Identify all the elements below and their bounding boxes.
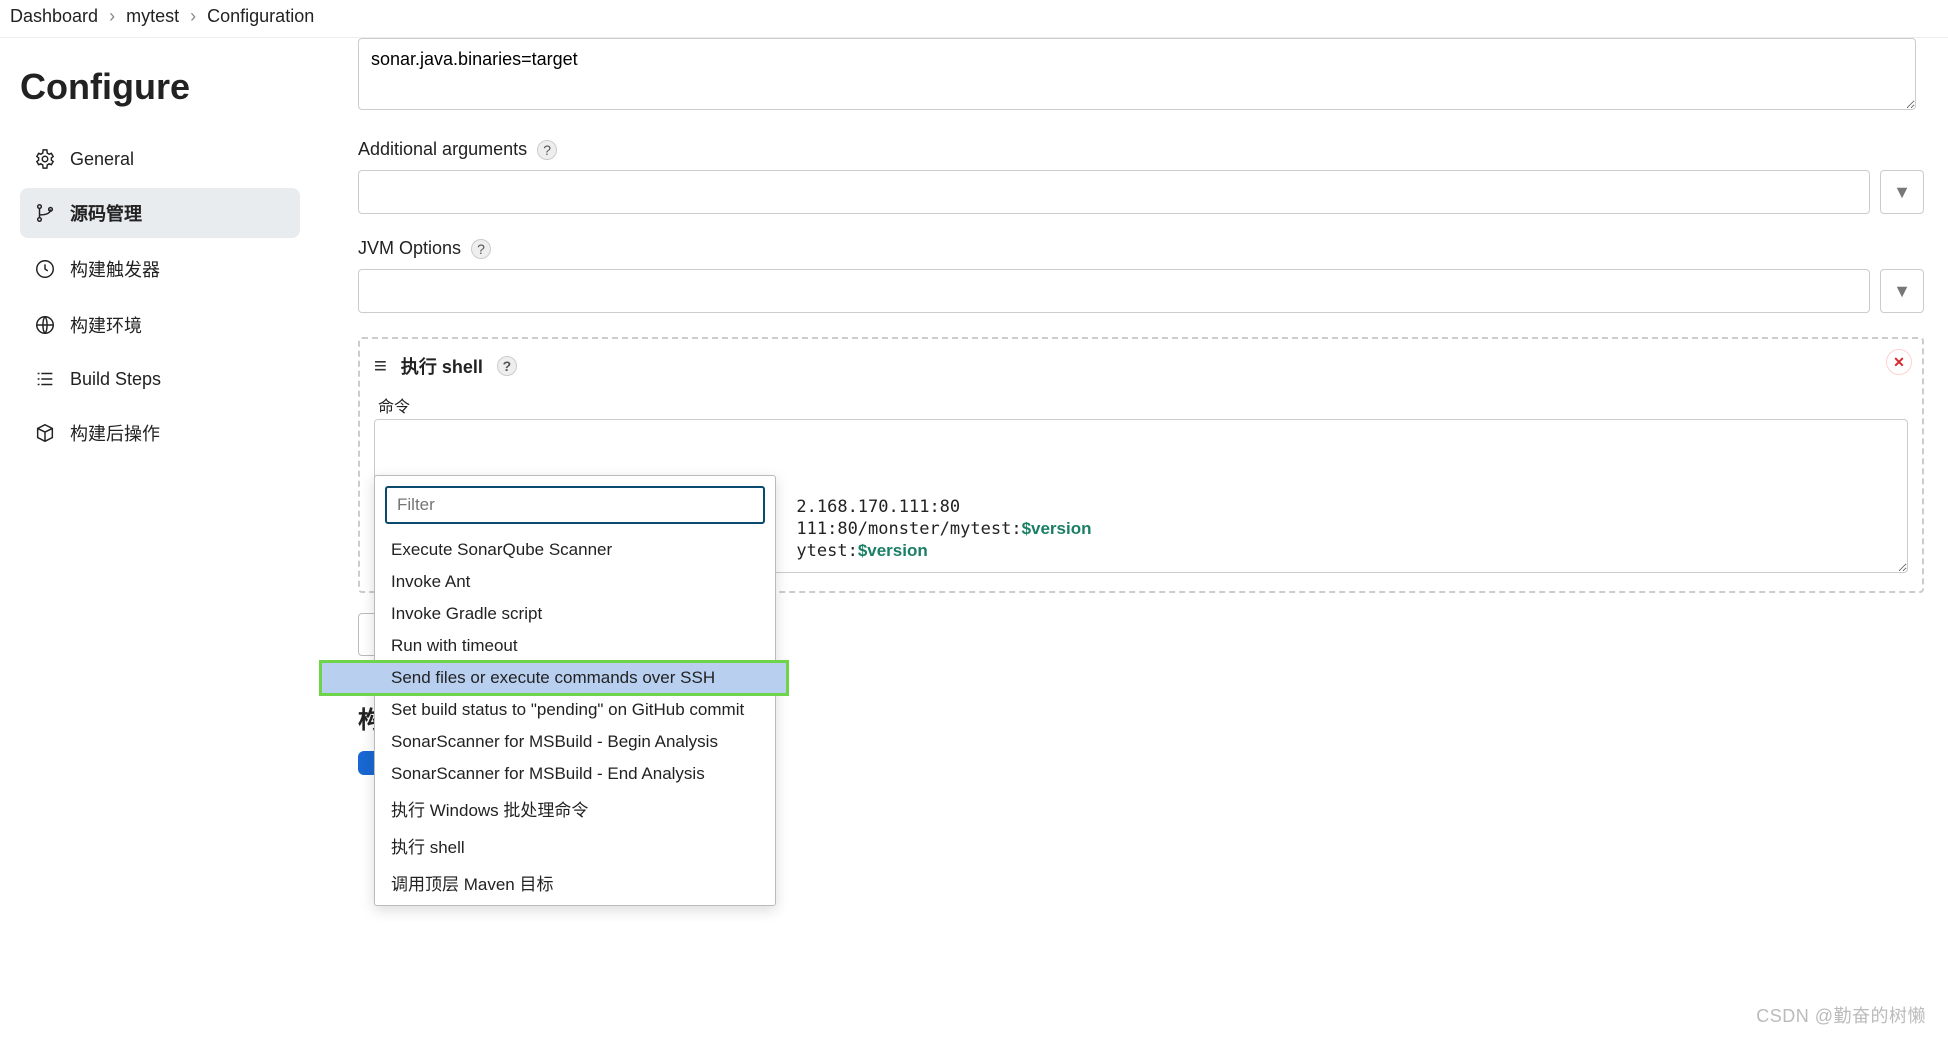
dropdown-item[interactable]: SonarScanner for MSBuild - Begin Analysi… (375, 726, 775, 758)
branch-icon (34, 202, 56, 224)
sidebar-item-scm[interactable]: 源码管理 (20, 188, 300, 238)
dropdown-item[interactable]: SonarScanner for MSBuild - End Analysis (375, 758, 775, 790)
execute-shell-panel: ≡ 执行 shell ? ✕ 命令 Execute SonarQube Scan… (358, 337, 1924, 593)
drag-handle-icon[interactable]: ≡ (374, 353, 387, 379)
breadcrumb-project[interactable]: mytest (126, 6, 179, 26)
chevron-right-icon: › (190, 6, 196, 26)
sidebar-item-label: Build Steps (70, 369, 161, 390)
dropdown-item[interactable]: Invoke Gradle script (375, 598, 775, 630)
add-build-step-dropdown: Execute SonarQube ScannerInvoke AntInvok… (374, 475, 776, 906)
additional-arguments-label: Additional arguments (358, 139, 527, 160)
sidebar: Configure General 源码管理 构建触发器 构建环境 Build … (0, 38, 310, 815)
dropdown-item[interactable]: 调用顶层 Maven 目标 (375, 864, 775, 901)
dropdown-filter-input[interactable] (385, 486, 765, 524)
dropdown-item[interactable]: 执行 Windows 批处理命令 (375, 790, 775, 827)
sidebar-item-post-build[interactable]: 构建后操作 (20, 408, 300, 458)
panel-title: 执行 shell (401, 353, 483, 379)
sidebar-item-environment[interactable]: 构建环境 (20, 300, 300, 350)
dropdown-item[interactable]: Send files or execute commands over SSH (321, 662, 787, 694)
sidebar-item-label: 构建触发器 (70, 256, 160, 282)
sidebar-item-label: General (70, 149, 134, 170)
sidebar-item-label: 源码管理 (70, 200, 142, 226)
close-icon[interactable]: ✕ (1886, 349, 1912, 375)
analysis-properties-textarea[interactable]: sonar.java.binaries=target (358, 38, 1916, 110)
page-title: Configure (20, 66, 300, 108)
globe-icon (34, 314, 56, 336)
breadcrumb-configuration[interactable]: Configuration (207, 6, 314, 26)
additional-arguments-input[interactable] (358, 170, 1870, 214)
jvm-options-label: JVM Options (358, 238, 461, 259)
gear-icon (34, 148, 56, 170)
sidebar-item-label: 构建环境 (70, 312, 142, 338)
jvm-options-dropdown-button[interactable]: ▼ (1880, 269, 1924, 313)
command-label: 命令 (378, 393, 1908, 417)
dropdown-item[interactable]: Run with timeout (375, 630, 775, 662)
help-icon[interactable]: ? (497, 356, 517, 376)
dropdown-item[interactable]: Set build status to "pending" on GitHub … (375, 694, 775, 726)
help-icon[interactable]: ? (471, 239, 491, 259)
sidebar-item-general[interactable]: General (20, 136, 300, 182)
dropdown-item[interactable]: Invoke Ant (375, 566, 775, 598)
watermark: CSDN @勤奋的树懒 (1756, 1002, 1926, 1028)
additional-arguments-dropdown-button[interactable]: ▼ (1880, 170, 1924, 214)
help-icon[interactable]: ? (537, 140, 557, 160)
list-icon (34, 368, 56, 390)
dropdown-item[interactable]: 执行 shell (375, 827, 775, 864)
jvm-options-input[interactable] (358, 269, 1870, 313)
sidebar-item-build-steps[interactable]: Build Steps (20, 356, 300, 402)
breadcrumb: Dashboard › mytest › Configuration (0, 0, 1948, 38)
breadcrumb-dashboard[interactable]: Dashboard (10, 6, 98, 26)
package-icon (34, 422, 56, 444)
dropdown-item[interactable]: Execute SonarQube Scanner (375, 534, 775, 566)
clock-icon (34, 258, 56, 280)
chevron-right-icon: › (109, 6, 115, 26)
sidebar-item-triggers[interactable]: 构建触发器 (20, 244, 300, 294)
sidebar-item-label: 构建后操作 (70, 420, 160, 446)
